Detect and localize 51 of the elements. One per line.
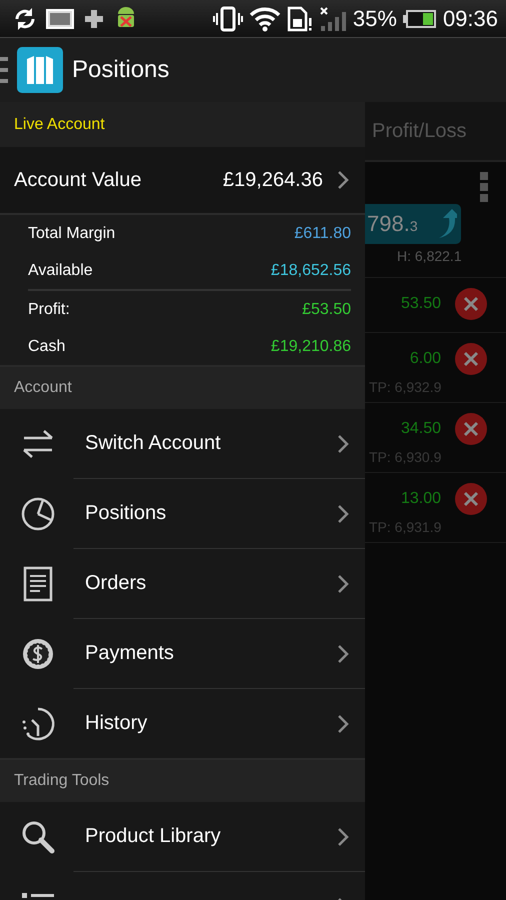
detail-label: Profit: [28,300,70,318]
overflow-menu-icon[interactable] [480,172,488,202]
account-value: £19,264.36 [222,168,323,192]
wifi-icon [248,6,281,32]
chevron-icon [337,170,349,190]
clock: 09:36 [442,6,498,32]
close-icon[interactable] [455,483,487,515]
sim-card-icon [286,6,313,32]
close-icon[interactable] [455,413,487,445]
profit-value: 13.00 [400,490,441,508]
screen-title: Positions [72,56,170,84]
account-value-label: Account Value [14,168,142,192]
section-title: Account [14,379,72,397]
menu-item[interactable]: Payments [0,618,365,688]
signal-icon [318,6,347,32]
chevron-icon [337,644,349,664]
menu-icon[interactable] [0,57,8,83]
pie-chart-icon [20,496,56,532]
detail-label: Cash [28,338,66,356]
app-logo-icon[interactable] [17,47,63,93]
high-price: H: 6,822.1 [397,248,462,264]
chevron-icon [337,504,349,524]
detail-value: £611.80 [294,224,351,242]
search-icon [20,818,56,854]
menu-item[interactable]: Switch Account [0,409,365,478]
profit-value: 53.50 [400,295,441,313]
detail-label: Total Margin [28,224,116,242]
chevron-icon [337,714,349,734]
chevron-icon [337,826,349,846]
vibrate-icon [212,6,243,32]
menu-item[interactable]: Positions [0,478,365,548]
image-icon [46,8,74,30]
chevron-icon [337,434,349,454]
close-icon[interactable] [455,343,487,375]
profit-value: 34.50 [400,420,441,438]
clock-icon [20,706,56,742]
column-header: Profit/Loss [372,120,466,142]
menu-item[interactable]: Product Library [0,802,365,871]
detail-value: £18,652.56 [270,262,351,280]
close-icon[interactable] [455,288,487,320]
detail-value: £53.50 [302,300,351,318]
account-type-label: Live Account [14,116,105,134]
profit-value: 6.00 [410,350,441,368]
section-title: Trading Tools [14,772,110,790]
chevron-icon [337,574,349,594]
battery-icon [402,8,437,28]
price-tile[interactable]: 798.3 [365,204,461,244]
detail-label: Available [28,262,93,280]
detail-value: £19,210.86 [270,338,351,356]
battery-percentage: 35% [352,6,397,32]
menu-item[interactable]: Orders [0,548,365,618]
